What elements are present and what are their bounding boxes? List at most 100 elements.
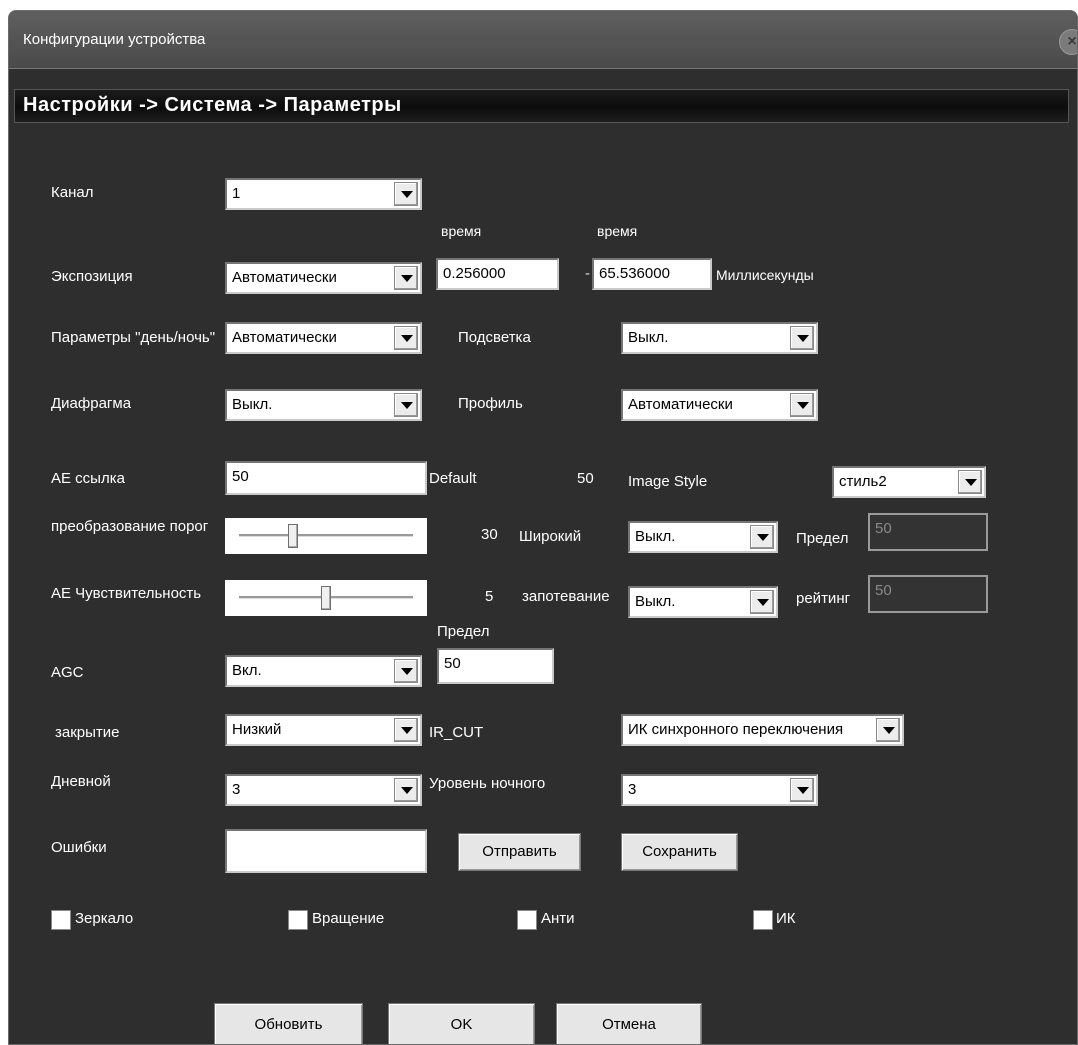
agc-select[interactable]: Вкл. <box>225 655 422 687</box>
rotate-checkbox[interactable] <box>288 910 308 930</box>
cancel-button[interactable]: Отмена <box>556 1003 702 1044</box>
iris-label: Диафрагма <box>51 395 132 412</box>
ae-ref-value: 50 <box>232 468 249 485</box>
ae-ref-default-label: Default <box>429 470 477 487</box>
threshold-label: преобразование порог <box>51 518 209 535</box>
defog-rating-label: рейтинг <box>796 590 851 607</box>
window-title: Конфигурации устройства <box>23 31 206 48</box>
chevron-down-icon[interactable] <box>394 718 418 742</box>
exposure-label: Экспозиция <box>51 268 133 285</box>
day-level-select[interactable]: 3 <box>225 774 422 806</box>
exposure-mode-select[interactable]: Автоматически <box>225 262 422 294</box>
night-level-label: Уровень ночного <box>429 775 546 792</box>
send-button[interactable]: Отправить <box>458 833 581 871</box>
chevron-down-icon[interactable] <box>394 266 418 290</box>
save-button[interactable]: Сохранить <box>621 833 738 871</box>
ae-sens-slider[interactable] <box>225 580 427 616</box>
channel-label: Канал <box>51 184 94 201</box>
ircut-label: IR_CUT <box>429 724 484 741</box>
ae-sens-value: 5 <box>485 588 494 605</box>
exposure-max-value: 65.536000 <box>599 265 670 282</box>
exposure-min-time-label: время <box>441 223 482 239</box>
channel-value: 1 <box>232 185 241 202</box>
ae-ref-input[interactable]: 50 <box>225 461 427 495</box>
anti-label: Анти <box>541 910 575 927</box>
config-window: Конфигурации устройства × Настройки -> С… <box>8 10 1078 1045</box>
wide-limit-label: Предел <box>796 530 849 547</box>
day-level-value: 3 <box>232 781 241 798</box>
exposure-mode-value: Автоматически <box>232 269 337 286</box>
ok-button[interactable]: OK <box>388 1003 535 1044</box>
chevron-down-icon[interactable] <box>394 182 418 206</box>
day-level-label: Дневной <box>51 773 111 790</box>
exposure-min-value: 0.256000 <box>443 265 506 282</box>
iris-select[interactable]: Выкл. <box>225 389 422 421</box>
ae-ref-default-value: 50 <box>577 470 594 487</box>
chevron-down-icon[interactable] <box>394 393 418 417</box>
backlight-label: Подсветка <box>458 329 531 346</box>
profile-select[interactable]: Автоматически <box>621 389 818 421</box>
ir-checkbox[interactable] <box>753 910 773 930</box>
wide-limit-input: 50 <box>868 513 988 551</box>
shutter-value: Низкий <box>232 721 282 738</box>
refresh-button[interactable]: Обновить <box>214 1003 363 1044</box>
shutter-select[interactable]: Низкий <box>225 714 422 746</box>
errors-label: Ошибки <box>51 839 107 856</box>
day-night-select[interactable]: Автоматически <box>225 322 422 354</box>
errors-input[interactable] <box>225 829 427 873</box>
day-night-value: Автоматически <box>232 329 337 346</box>
mirror-checkbox[interactable] <box>51 910 71 930</box>
exposure-range-dash: - <box>585 265 590 282</box>
chevron-down-icon[interactable] <box>750 525 774 549</box>
defog-rating-value: 50 <box>875 582 892 599</box>
exposure-max-time-label: время <box>597 223 638 239</box>
anti-checkbox[interactable] <box>517 910 537 930</box>
day-night-label: Параметры "день/ночь" <box>51 329 216 346</box>
backlight-select[interactable]: Выкл. <box>621 322 818 354</box>
chevron-down-icon[interactable] <box>750 590 774 614</box>
wide-limit-value: 50 <box>875 520 892 537</box>
night-level-value: 3 <box>628 781 637 798</box>
slider-thumb[interactable] <box>321 586 331 610</box>
ircut-select[interactable]: ИК синхронного переключения <box>621 714 904 746</box>
shutter-label: закрытие <box>55 724 120 741</box>
chevron-down-icon[interactable] <box>394 326 418 350</box>
agc-label: AGC <box>51 664 84 681</box>
close-button[interactable]: × <box>1059 29 1077 55</box>
threshold-slider[interactable] <box>225 518 427 554</box>
wide-select[interactable]: Выкл. <box>628 521 778 553</box>
chevron-down-icon[interactable] <box>394 659 418 683</box>
iris-value: Выкл. <box>232 396 273 413</box>
defog-select[interactable]: Выкл. <box>628 586 778 618</box>
agc-limit-input[interactable]: 50 <box>437 648 554 684</box>
night-level-select[interactable]: 3 <box>621 774 818 806</box>
ae-ref-label: AE ссылка <box>51 470 125 487</box>
defog-label: запотевание <box>522 588 610 605</box>
backlight-value: Выкл. <box>628 329 669 346</box>
slider-track <box>239 534 413 537</box>
profile-label: Профиль <box>458 395 523 412</box>
chevron-down-icon[interactable] <box>958 470 982 494</box>
image-style-select[interactable]: стиль2 <box>832 466 986 498</box>
agc-limit-label: Предел <box>437 623 490 640</box>
chevron-down-icon[interactable] <box>790 326 814 350</box>
defog-rating-input: 50 <box>868 575 988 613</box>
exposure-max-input[interactable]: 65.536000 <box>592 258 712 290</box>
image-style-value: стиль2 <box>839 473 887 490</box>
exposure-min-input[interactable]: 0.256000 <box>436 258 559 290</box>
chevron-down-icon[interactable] <box>394 778 418 802</box>
defog-value: Выкл. <box>635 593 676 610</box>
slider-thumb[interactable] <box>288 524 299 548</box>
exposure-unit-label: Миллисекунды <box>716 267 814 283</box>
channel-select[interactable]: 1 <box>225 178 422 210</box>
chevron-down-icon[interactable] <box>876 718 900 742</box>
chevron-down-icon[interactable] <box>790 393 814 417</box>
breadcrumb: Настройки -> Система -> Параметры <box>23 94 402 116</box>
section-header: Настройки -> Система -> Параметры <box>14 89 1069 123</box>
title-bar: Конфигурации устройства × <box>9 11 1077 69</box>
chevron-down-icon[interactable] <box>790 778 814 802</box>
wide-value: Выкл. <box>635 528 676 545</box>
rotate-label: Вращение <box>312 910 385 927</box>
image-style-label: Image Style <box>628 473 708 490</box>
agc-limit-value: 50 <box>444 655 461 672</box>
